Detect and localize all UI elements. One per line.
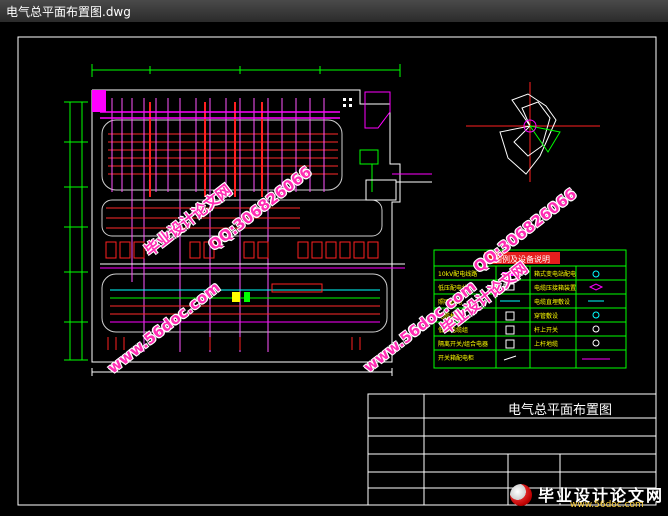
bottom-equipment: [107, 337, 361, 350]
legend-table: [433, 249, 627, 369]
upper-top-bus: [100, 111, 340, 119]
corner-block: [92, 90, 106, 112]
legend-row-left: 开关箱配电柜: [438, 354, 474, 362]
left-dimension: [64, 101, 88, 361]
lower-wiring: [110, 283, 380, 323]
legend-row-left: 电缆桥: [438, 312, 456, 320]
legend-row-right: 穿管敷设: [534, 312, 558, 320]
middle-wiring: [106, 207, 300, 229]
legend-row-left: 照明线路: [438, 298, 462, 306]
site-boundary: [91, 89, 401, 363]
logo-ball-icon: [510, 484, 532, 506]
window-title-bar[interactable]: 电气总平面布置图.dwg: [0, 0, 668, 23]
legend-row-right: 电缆压接箱装置: [534, 284, 576, 292]
legend-row-left: 隔离开关/组合电器: [438, 340, 488, 348]
site-logo: 毕业设计论文网 www.56doc.com: [510, 482, 665, 510]
legend-row-left: 低压配电线: [438, 284, 468, 292]
right-structures: [359, 149, 432, 201]
bottom-dimension: [91, 368, 393, 376]
logo-url: www.56doc.com: [570, 500, 644, 510]
corner-outline: [364, 91, 391, 129]
upper-wiring: [108, 133, 338, 175]
drawing-title: 电气总平面布置图: [508, 402, 612, 418]
upper-yard: [101, 119, 343, 191]
legend-left-labels: 10kV配电线路 低压配电线 照明线路 电缆桥 低压电缆组 隔离开关/组合电器 …: [438, 270, 488, 362]
small-building: [343, 98, 352, 107]
legend-row-left: 低压电缆组: [438, 326, 468, 334]
legend-header: 图例及设备说明: [494, 254, 550, 264]
drawing-svg: 图例及设备说明 10kV配电线路 低压配电线 照明线路 电缆桥 低压电缆组 隔离…: [17, 36, 657, 506]
equipment-row: [105, 241, 379, 259]
lower-yard: [101, 273, 388, 333]
legend-row-right: 杆上开关: [534, 326, 558, 334]
legend-row-right: 电缆直埋敷设: [534, 298, 570, 306]
window-title: 电气总平面布置图.dwg: [6, 5, 131, 19]
legend-row-right: 箱式变电站配电: [534, 270, 576, 278]
top-dimension: [91, 64, 401, 77]
cad-drawing-canvas[interactable]: 图例及设备说明 10kV配电线路 低压配电线 照明线路 电缆桥 低压电缆组 隔离…: [0, 22, 668, 512]
legend-row-right: 上杆地缆: [534, 340, 558, 348]
wind-rose: [466, 82, 600, 182]
legend-row-left: 10kV配电线路: [438, 270, 477, 278]
